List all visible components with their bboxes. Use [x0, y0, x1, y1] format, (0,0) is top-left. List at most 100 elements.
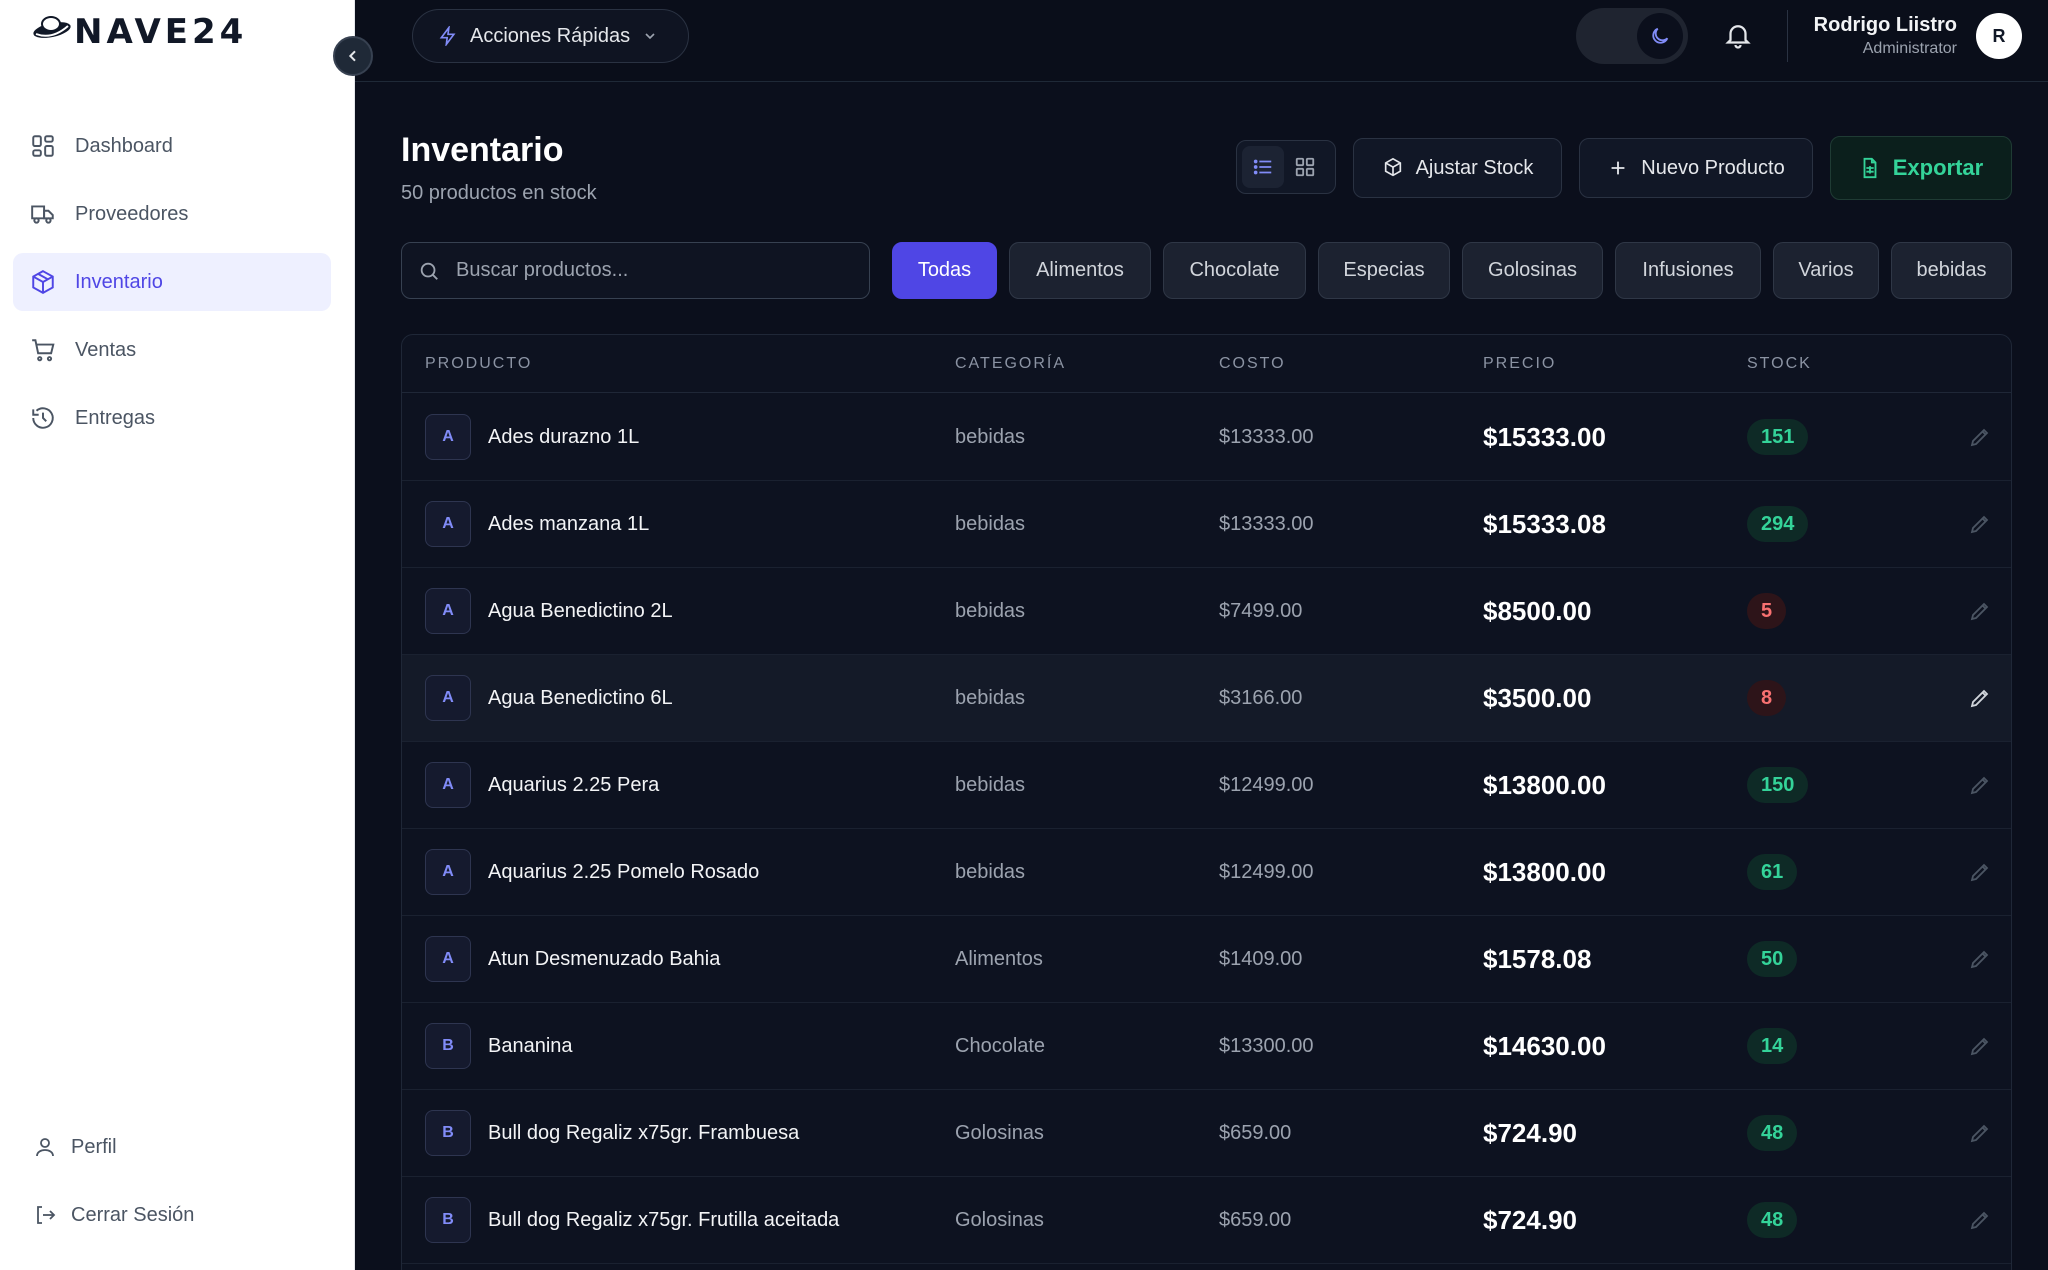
- edit-pencil-icon[interactable]: [1968, 1034, 1992, 1058]
- theme-knob: [1637, 13, 1683, 59]
- dashboard-icon: [32, 135, 54, 157]
- table-row[interactable]: A Atun Desmenuzado Bahia Alimentos $1409…: [402, 916, 2011, 1003]
- table-row[interactable]: A Aquarius 2.25 Pomelo Rosado bebidas $1…: [402, 829, 2011, 916]
- edit-pencil-icon[interactable]: [1968, 1208, 1992, 1232]
- sidebar-item-proveedores[interactable]: Proveedores: [13, 185, 331, 243]
- product-price: $15333.00: [1483, 421, 1606, 452]
- header-cost[interactable]: COSTO: [1219, 355, 1286, 373]
- stock-badge: 5: [1747, 593, 1787, 629]
- filter-todas[interactable]: Todas: [892, 242, 997, 299]
- table-row[interactable]: A Ades durazno 1L bebidas $13333.00 $153…: [402, 394, 2011, 481]
- filter-infusiones[interactable]: Infusiones: [1615, 242, 1761, 299]
- table-row[interactable]: B Bananina Chocolate $13300.00 $14630.00…: [402, 1003, 2011, 1090]
- product-price: $3500.00: [1483, 682, 1592, 713]
- sidebar-item-entregas[interactable]: Entregas: [13, 389, 331, 447]
- table-row[interactable]: A Agua Benedictino 6L bebidas $3166.00 $…: [402, 655, 2011, 742]
- collapse-sidebar-button[interactable]: [333, 36, 373, 76]
- product-cost: $1409.00: [1219, 947, 1303, 970]
- user-icon: [36, 1138, 54, 1157]
- product-price: $13800.00: [1483, 769, 1606, 800]
- header-product[interactable]: PRODUCTO: [425, 355, 532, 373]
- stock-badge: 48: [1747, 1202, 1798, 1238]
- filter-bebidas[interactable]: bebidas: [1891, 242, 2012, 299]
- theme-toggle[interactable]: [1576, 8, 1688, 64]
- sidebar-item-dashboard[interactable]: Dashboard: [13, 117, 331, 175]
- product-initial: A: [425, 588, 471, 634]
- product-name: Aquarius 2.25 Pomelo Rosado: [488, 860, 760, 883]
- filter-chocolate[interactable]: Chocolate: [1163, 242, 1306, 299]
- product-name: Bananina: [488, 1034, 573, 1057]
- export-button[interactable]: Exportar: [1830, 136, 2012, 200]
- edit-pencil-icon[interactable]: [1968, 425, 1992, 449]
- filter-golosinas[interactable]: Golosinas: [1462, 242, 1603, 299]
- quick-actions-label: Acciones Rápidas: [470, 24, 631, 47]
- profile-link[interactable]: Perfil: [13, 1118, 331, 1176]
- product-name: Atun Desmenuzado Bahia: [488, 947, 721, 970]
- user-name: Rodrigo Liistro: [1813, 14, 1957, 36]
- sidebar-item-inventario[interactable]: Inventario: [13, 253, 331, 311]
- table-row[interactable]: B Bull dog Regaliz x75gr. Frutilla aceit…: [402, 1177, 2011, 1264]
- edit-pencil-icon[interactable]: [1968, 686, 1992, 710]
- product-initial: A: [425, 414, 471, 460]
- filter-especias[interactable]: Especias: [1318, 242, 1450, 299]
- sidebar-item-label: Inventario: [75, 270, 163, 293]
- header-category[interactable]: CATEGORÍA: [955, 355, 1066, 373]
- filter-alimentos[interactable]: Alimentos: [1009, 242, 1151, 299]
- table-header: PRODUCTO CATEGORÍA COSTO PRECIO STOCK: [402, 335, 2011, 393]
- new-product-button[interactable]: Nuevo Producto: [1579, 138, 1813, 198]
- product-initial: B: [425, 1197, 471, 1243]
- product-category: Golosinas: [955, 1121, 1044, 1144]
- notification-bell-icon[interactable]: [1723, 20, 1753, 50]
- edit-pencil-icon[interactable]: [1968, 773, 1992, 797]
- product-price: $14630.00: [1483, 1030, 1606, 1061]
- page-title: Inventario: [401, 131, 564, 169]
- history-icon: [32, 407, 54, 429]
- bolt-icon: [439, 26, 456, 46]
- adjust-stock-button[interactable]: Ajustar Stock: [1353, 138, 1562, 198]
- product-cost: $12499.00: [1219, 860, 1314, 883]
- product-initial: A: [425, 849, 471, 895]
- sidebar-item-ventas[interactable]: Ventas: [13, 321, 331, 379]
- logo[interactable]: [30, 10, 76, 44]
- product-price: $724.90: [1483, 1117, 1577, 1148]
- stock-badge: 50: [1747, 941, 1798, 977]
- table-row[interactable]: A Agua Benedictino 2L bebidas $7499.00 $…: [402, 568, 2011, 655]
- avatar[interactable]: R: [1976, 13, 2022, 59]
- topbar-divider: [1787, 10, 1788, 62]
- ufo-logo-icon: [33, 16, 71, 38]
- header-price[interactable]: PRECIO: [1483, 355, 1556, 373]
- grid-view-button[interactable]: [1284, 146, 1326, 188]
- product-name: Bull dog Regaliz x75gr. Frambuesa: [488, 1121, 800, 1144]
- product-category: Chocolate: [955, 1034, 1046, 1057]
- product-price: $1578.08: [1483, 943, 1592, 974]
- product-category: bebidas: [955, 686, 1026, 709]
- sidebar-bottom: Perfil Cerrar Sesión: [13, 1118, 331, 1254]
- edit-pencil-icon[interactable]: [1968, 1121, 1992, 1145]
- cart-icon: [32, 339, 55, 362]
- table-row[interactable]: B Bull dog Regaliz x75gr. Frambuesa Golo…: [402, 1090, 2011, 1177]
- app-name: NAVE24: [74, 12, 248, 52]
- product-initial: A: [425, 936, 471, 982]
- product-name: Agua Benedictino 6L: [488, 686, 673, 709]
- product-name: Agua Benedictino 2L: [488, 599, 673, 622]
- table-row[interactable]: A Ades manzana 1L bebidas $13333.00 $153…: [402, 481, 2011, 568]
- logout-icon: [37, 1206, 56, 1224]
- quick-actions-dropdown[interactable]: Acciones Rápidas: [412, 9, 689, 63]
- search-input[interactable]: [456, 259, 856, 282]
- stock-badge: 150: [1747, 767, 1809, 803]
- edit-pencil-icon[interactable]: [1968, 947, 1992, 971]
- product-category: bebidas: [955, 512, 1026, 535]
- product-cost: $13333.00: [1219, 425, 1314, 448]
- product-initial: A: [425, 762, 471, 808]
- table-row[interactable]: A Aquarius 2.25 Pera bebidas $12499.00 $…: [402, 742, 2011, 829]
- filter-varios[interactable]: Varios: [1773, 242, 1879, 299]
- edit-pencil-icon[interactable]: [1968, 512, 1992, 536]
- list-view-button[interactable]: [1242, 146, 1284, 188]
- logout-button[interactable]: Cerrar Sesión: [13, 1186, 331, 1244]
- edit-pencil-icon[interactable]: [1968, 599, 1992, 623]
- header-stock[interactable]: STOCK: [1747, 355, 1812, 373]
- edit-pencil-icon[interactable]: [1968, 860, 1992, 884]
- package-icon: [32, 270, 54, 294]
- product-cost: $3166.00: [1219, 686, 1303, 709]
- chevron-left-icon: [348, 50, 356, 62]
